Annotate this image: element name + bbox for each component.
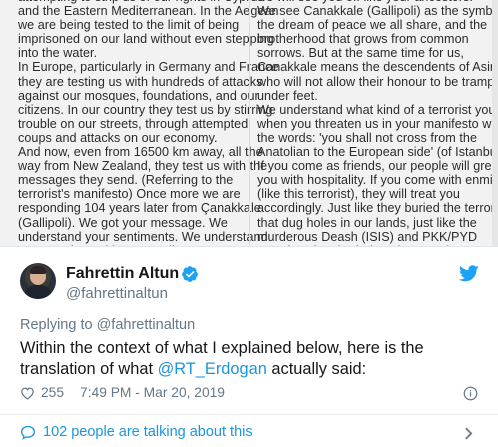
replying-to: Replying to @fahrettinaltun (20, 317, 196, 333)
embedded-translation-image[interactable]: attempting to strip us of our rights in … (0, 0, 498, 247)
embed-right-line: sorrows. But at the same time for us, (257, 46, 464, 61)
embed-left-line: we are being tested to the limit of bein… (18, 18, 240, 33)
replying-to-handle-link[interactable]: @fahrettinaltun (97, 317, 196, 333)
embed-right-line: If you come as friends, our people will … (257, 159, 498, 174)
embed-left-line: And now, even from 16500 km away, all th… (18, 145, 263, 160)
embed-right-line: We see Canakkale (Gallipoli) as the symb… (257, 4, 498, 19)
conversation-count-label: 102 people are talking about this (43, 424, 253, 440)
tweet-card: Fahrettin Altun @fahrettinaltun Replying… (0, 247, 498, 447)
chevron-right-icon[interactable] (464, 427, 473, 440)
embed-right-column: we will see you off like your ancestors.… (257, 0, 498, 246)
embed-left-line: against our mosques, foundations, and ou… (18, 88, 259, 103)
embed-right-line: when you threaten us in your manifesto w… (257, 116, 498, 131)
embed-left-line: into the water. (18, 46, 98, 61)
embed-edge (492, 0, 498, 246)
embed-right-line: Canakkale means the descendents of Asim (257, 60, 498, 75)
embed-left-line: and the Eastern Mediterranean. In the Ae… (18, 4, 279, 19)
embed-left-line: they are testing us with hundreds of att… (18, 74, 263, 89)
tweet-meta-row: 255 7:49 PM - Mar 20, 2019 (20, 385, 225, 400)
display-name[interactable]: Fahrettin Altun (66, 265, 179, 283)
embed-right-line: the dream of peace we all share, and the (257, 18, 488, 33)
embed-left-line: In Europe, particularly in Germany and F… (18, 60, 279, 75)
embed-left-line: imprisoned on our land without even step… (18, 32, 274, 47)
embed-left-line: way from New Zealand, they test us with … (18, 159, 268, 174)
tweet-text-line2: translation of what (20, 360, 158, 378)
embed-right-line: accordingly. Just like they buried the t… (257, 201, 498, 216)
embed-right-line: Anatolian to the European side' (of Ista… (257, 145, 498, 160)
twitter-bird-icon[interactable] (459, 265, 479, 282)
info-icon[interactable] (463, 386, 478, 401)
embed-right-line: that dug holes in our lands, just like t… (257, 215, 477, 230)
like-count[interactable]: 255 (41, 385, 64, 400)
embed-right-line: murderous Deash (ISIS) and PKK/PYD (257, 229, 478, 244)
conversation-link[interactable]: 102 people are talking about this (20, 424, 253, 440)
embed-right-line: (like this terrorist), they will treat y… (257, 187, 460, 202)
embed-right-line: under feet. (257, 88, 318, 103)
embed-left-line: coups and attacks on our economy. (18, 130, 218, 145)
mention-link[interactable]: @RT_Erdogan (158, 360, 267, 378)
tweet-text: Within the context of what I explained b… (20, 339, 424, 378)
embed-left-line: responding 104 years later from Çanakkal… (18, 201, 261, 216)
footer-divider (0, 414, 498, 415)
timestamp[interactable]: 7:49 PM - Mar 20, 2019 (80, 385, 225, 400)
verified-badge-icon (182, 266, 198, 282)
embed-right-line: you with hospitality. If you come with e… (257, 173, 498, 188)
embed-right-line: We understand what kind of a terrorist y… (257, 102, 498, 117)
embed-right-line: the words: 'you shall not cross from the (257, 130, 477, 145)
embed-column-divider (249, 0, 250, 246)
embed-left-line: understand your sentiments. We understan… (18, 229, 268, 244)
embed-left-line: (Gallipoli). We got your message. We (18, 215, 228, 230)
user-handle[interactable]: @fahrettinaltun (66, 285, 168, 302)
embed-left-line: messages they send. (Referring to the (18, 173, 234, 188)
tweet-text-line1: Within the context of what I explained b… (20, 339, 424, 357)
embed-left-line: citizens. In our country they test us by… (18, 102, 273, 117)
avatar[interactable] (20, 263, 56, 299)
heart-icon[interactable] (20, 386, 35, 400)
speech-bubble-icon (20, 425, 36, 440)
embed-left-line: trouble on our streets, through attempte… (18, 116, 249, 131)
embed-right-line: brotherhood that grows from common (257, 32, 469, 47)
embed-left-line: terrorist's manifesto) Once more we are (18, 187, 241, 202)
embed-right-line: who will not allow their honour to be tr… (257, 74, 498, 89)
embed-left-column: attempting to strip us of our rights in … (18, 0, 279, 246)
